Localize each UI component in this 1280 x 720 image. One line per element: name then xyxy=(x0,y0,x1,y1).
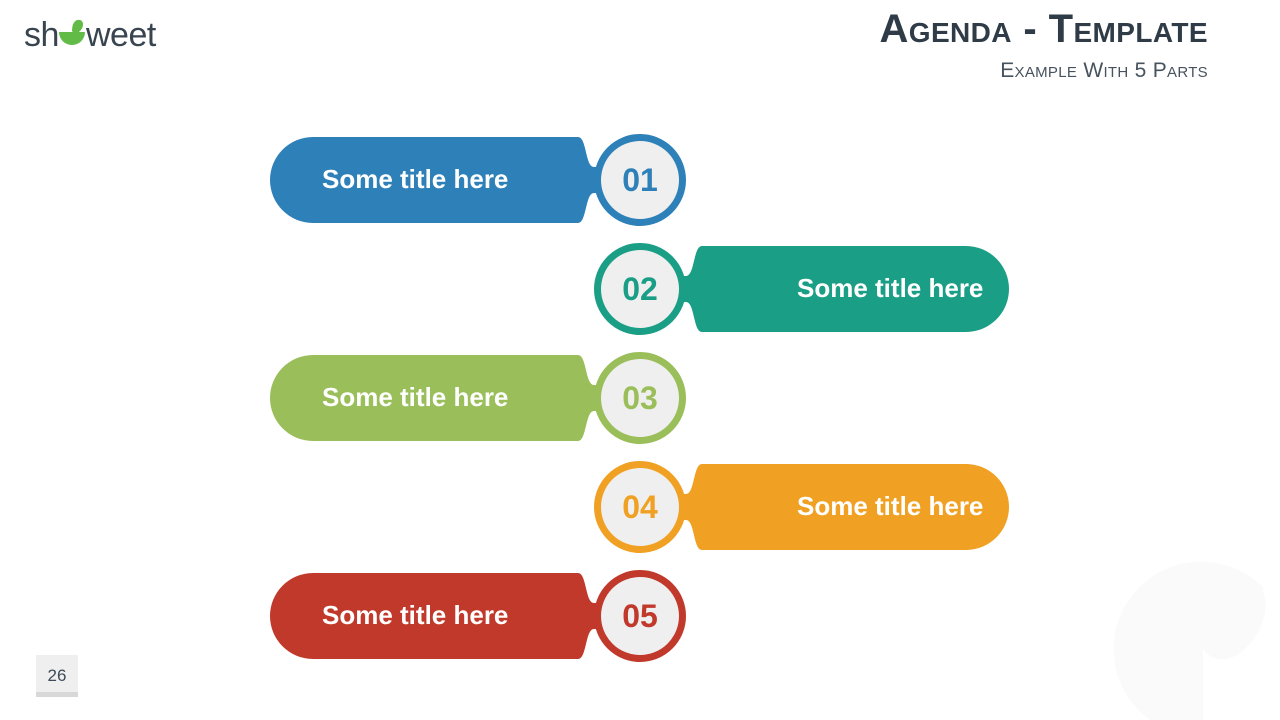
row-label: Some title here xyxy=(797,273,984,303)
row-number: 04 xyxy=(622,489,658,525)
page-number-box: 26 xyxy=(36,655,78,697)
agenda-diagram: Some title here 01 Some title here 02 Some t… xyxy=(0,0,1280,720)
slide-canvas: sh weet Agenda - Template Example With 5… xyxy=(0,0,1280,720)
row-label: Some title here xyxy=(797,491,984,521)
row-number: 02 xyxy=(622,271,658,307)
row-label: Some title here xyxy=(322,600,509,630)
row-number: 03 xyxy=(622,380,658,416)
row-label: Some title here xyxy=(322,382,509,412)
page-number: 26 xyxy=(47,666,67,685)
row-number: 05 xyxy=(622,598,658,634)
row-label: Some title here xyxy=(322,164,509,194)
row-number: 01 xyxy=(622,162,658,198)
